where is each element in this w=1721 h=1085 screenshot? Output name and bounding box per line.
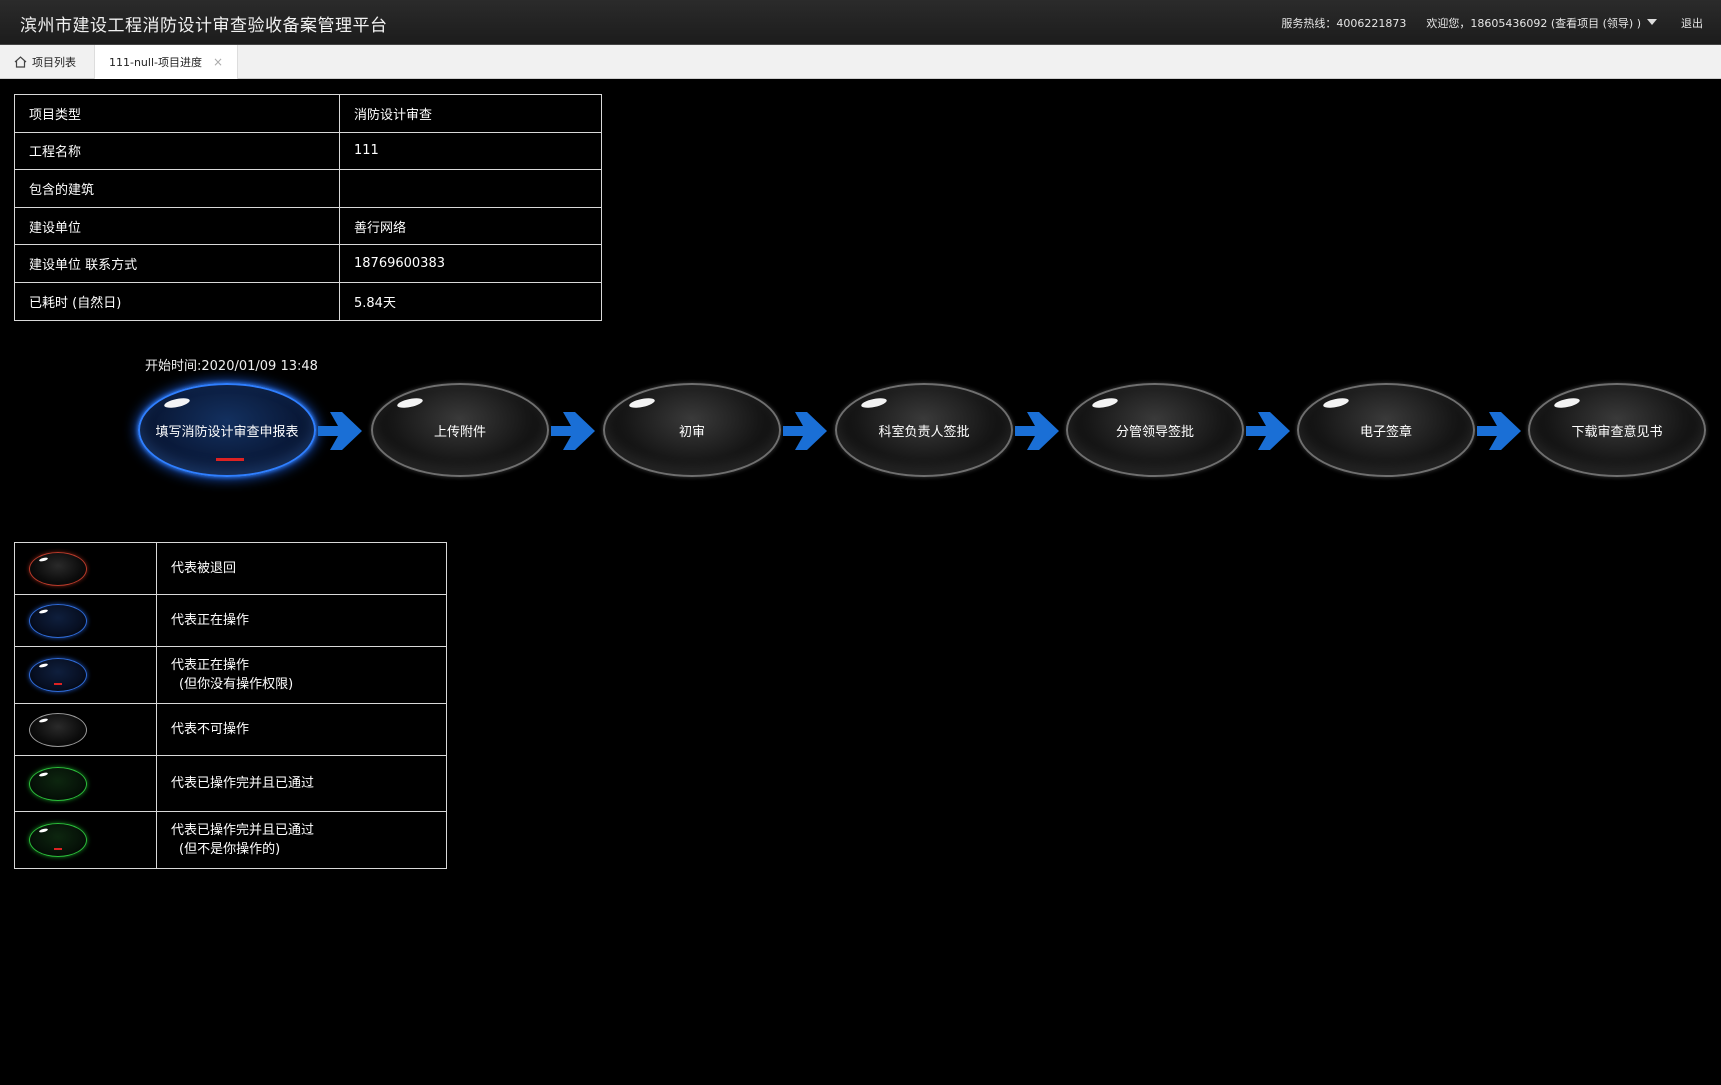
legend-text-cell: 代表不可操作 (156, 703, 447, 756)
legend-text-cell: 代表已操作完并且已通过 (但不是你操作的) (156, 811, 447, 869)
legend-text-cell: 代表已操作完并且已通过 (156, 755, 447, 812)
tab-project-progress-label: 111-null-项目进度 (109, 56, 202, 69)
flow-step[interactable]: 上传附件 (371, 383, 549, 477)
legend-label: 代表正在操作 (171, 613, 250, 628)
info-value: 消防设计审查 (339, 94, 602, 133)
status-ellipse-icon (29, 712, 87, 747)
legend-row: 代表不可操作 (14, 703, 447, 756)
logout-link[interactable]: 退出 (1681, 15, 1703, 31)
info-label: 建设单位 (14, 206, 340, 246)
legend-swatch-cell (14, 594, 157, 647)
flow-step-label: 下载审查意见书 (1571, 424, 1663, 440)
legend-row: 代表正在操作 (但你没有操作权限) (14, 646, 447, 704)
header-user-area: 服务热线：4006221873 欢迎您，18605436092 (查看项目 (领… (1281, 15, 1703, 31)
flow-step-label: 科室负责人签批 (878, 424, 970, 440)
flow-step-label: 上传附件 (433, 424, 486, 440)
arrow-right-icon (1015, 412, 1059, 450)
welcome-user-menu[interactable]: 欢迎您，18605436092 (查看项目 (领导) ) (1426, 15, 1641, 31)
flow-step[interactable]: 电子签章 (1297, 383, 1475, 477)
arrow-right-icon (783, 412, 827, 450)
arrow-right-icon (1477, 412, 1521, 450)
status-ellipse-icon (29, 551, 87, 586)
status-ellipse-icon (29, 603, 87, 638)
flow-step-label: 初审 (678, 424, 705, 440)
info-value (339, 169, 602, 208)
no-permission-marker (54, 683, 62, 685)
top-header: 滨州市建设工程消防设计审查验收备案管理平台 服务热线：4006221873 欢迎… (0, 0, 1721, 45)
project-info-table: 项目类型 消防设计审查 工程名称 111 包含的建筑 建设单位 善行网络 建设单位 联系方式 1… (14, 94, 602, 321)
status-ellipse-icon (29, 658, 87, 692)
status-ellipse-icon (29, 823, 87, 857)
info-label: 项目类型 (14, 94, 340, 133)
tab-project-progress[interactable]: 111-null-项目进度 × (94, 45, 238, 79)
info-value: 111 (339, 131, 602, 171)
info-row: 建设单位 善行网络 (14, 206, 602, 246)
legend-swatch-cell (14, 542, 157, 595)
info-row: 项目类型 消防设计审查 (14, 94, 602, 133)
info-value: 善行网络 (339, 206, 602, 246)
flow-step-label: 填写消防设计审查申报表 (155, 424, 299, 440)
start-time: 开始时间:2020/01/09 13:48 (145, 359, 318, 374)
flow-step[interactable]: 科室负责人签批 (835, 383, 1013, 477)
legend-swatch-cell (14, 811, 157, 869)
info-value: 5.84天 (339, 281, 602, 321)
info-label: 已耗时 (自然日) (14, 281, 340, 321)
arrow-right-icon (551, 412, 595, 450)
flow-step[interactable]: 初审 (603, 383, 781, 477)
legend-note: (但不是你操作的) (179, 842, 281, 857)
legend-row: 代表已操作完并且已通过 (但不是你操作的) (14, 811, 447, 869)
legend-row: 代表已操作完并且已通过 (14, 755, 447, 812)
legend-text-cell: 代表被退回 (156, 542, 447, 595)
legend-row: 代表被退回 (14, 542, 447, 595)
tab-bar: 项目列表 111-null-项目进度 × (0, 45, 1721, 79)
chevron-down-icon[interactable] (1647, 19, 1657, 25)
legend-table: 代表被退回代表正在操作 代表正在操作 (但你没有操作权限) 代表不可操作代表已操作完并… (14, 542, 447, 869)
flow-step-label: 电子签章 (1359, 424, 1412, 440)
arrow-right-icon (318, 412, 362, 450)
status-ellipse-icon (29, 766, 87, 801)
legend-text-cell: 代表正在操作 (但你没有操作权限) (156, 646, 447, 704)
legend-text-cell: 代表正在操作 (156, 594, 447, 647)
legend-swatch-cell (14, 703, 157, 756)
flow-step[interactable]: 填写消防设计审查申报表 (138, 383, 316, 477)
info-label: 包含的建筑 (14, 169, 340, 208)
legend-row: 代表正在操作 (14, 594, 447, 647)
service-hotline: 服务热线：4006221873 (1281, 17, 1407, 30)
info-value: 18769600383 (339, 244, 602, 283)
info-row: 工程名称 111 (14, 131, 602, 171)
home-icon (14, 56, 27, 68)
legend-swatch-cell (14, 646, 157, 704)
legend-label: 代表已操作完并且已通过 (171, 823, 315, 838)
arrow-right-icon (1246, 412, 1290, 450)
flow-step[interactable]: 分管领导签批 (1066, 383, 1244, 477)
info-row: 已耗时 (自然日) 5.84天 (14, 281, 602, 321)
no-permission-marker (54, 848, 62, 850)
flow-step-label: 分管领导签批 (1115, 424, 1194, 440)
tab-project-list[interactable]: 项目列表 (14, 45, 76, 79)
info-row: 建设单位 联系方式 18769600383 (14, 244, 602, 283)
app-title: 滨州市建设工程消防设计审查验收备案管理平台 (20, 16, 388, 36)
legend-label: 代表已操作完并且已通过 (171, 776, 315, 791)
legend-label: 代表不可操作 (171, 722, 250, 737)
info-row: 包含的建筑 (14, 169, 602, 208)
no-permission-marker (216, 458, 244, 461)
flow-step[interactable]: 下载审查意见书 (1528, 383, 1706, 477)
close-icon[interactable]: × (213, 55, 223, 69)
legend-note: (但你没有操作权限) (179, 677, 294, 692)
tab-project-list-label: 项目列表 (32, 56, 76, 69)
legend-label: 代表正在操作 (171, 658, 250, 673)
legend-label: 代表被退回 (171, 561, 237, 576)
legend-swatch-cell (14, 755, 157, 812)
info-label: 工程名称 (14, 131, 340, 171)
info-label: 建设单位 联系方式 (14, 244, 340, 283)
